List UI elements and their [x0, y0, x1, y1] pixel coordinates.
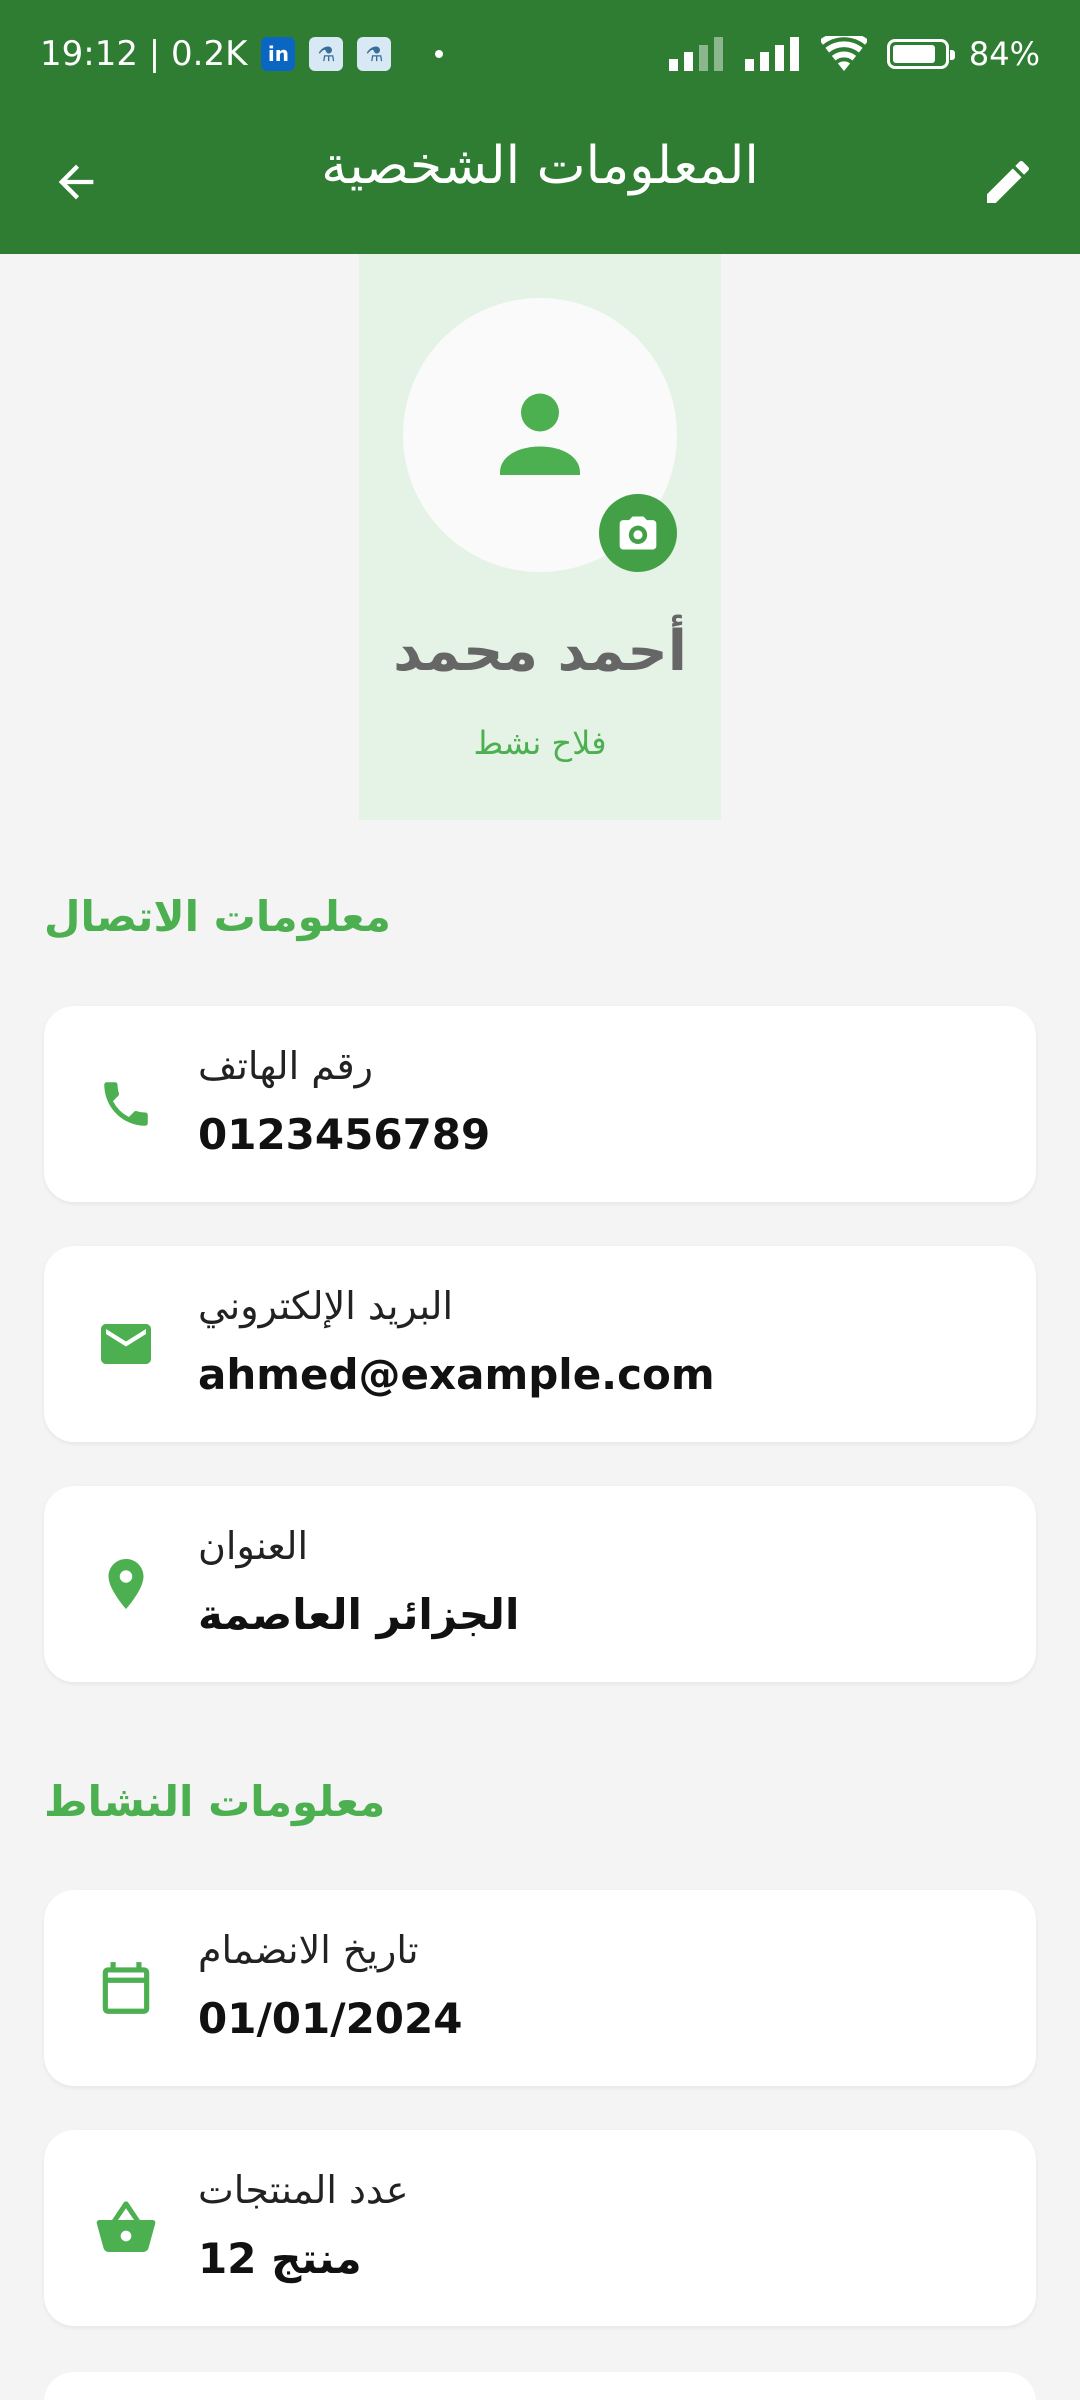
activity-section-title: معلومات النشاط: [44, 1777, 386, 1826]
status-left: 19:12 | 0.2K in ⚗ ⚗: [40, 30, 444, 78]
lab-notification-icon: ⚗: [309, 37, 344, 71]
card-value: 12 منتج: [198, 2234, 362, 2283]
card-label: تاريخ الانضمام: [198, 1928, 419, 1972]
card-value: 01/01/2024: [198, 1994, 463, 2043]
phone-icon: [86, 1064, 166, 1144]
calendar-icon: [86, 1948, 166, 2028]
card-label: رقم الهاتف: [198, 1044, 374, 1088]
more-notifications-dot: [435, 50, 444, 58]
profile-header: أحمد محمد فلاح نشط: [359, 254, 721, 820]
linkedin-notification-icon: in: [261, 37, 296, 71]
address-card[interactable]: العنوان الجزائر العاصمة: [44, 1486, 1036, 1682]
app-bar: المعلومات الشخصية: [0, 108, 1080, 254]
person-icon: [500, 393, 580, 475]
card-label: البريد الإلكتروني: [198, 1284, 453, 1328]
phone-card[interactable]: رقم الهاتف 0123456789: [44, 1006, 1036, 1202]
page-title: المعلومات الشخصية: [321, 136, 759, 196]
basket-icon: [86, 2188, 166, 2268]
card-label: العنوان: [198, 1524, 309, 1568]
next-card-partial[interactable]: [44, 2372, 1036, 2400]
card-label: عدد المنتجات: [198, 2168, 409, 2212]
email-card[interactable]: البريد الإلكتروني ahmed@example.com: [44, 1246, 1036, 1442]
status-time: 19:12 | 0.2K: [40, 34, 248, 74]
profile-name: أحمد محمد: [393, 619, 687, 684]
profile-role: فلاح نشط: [473, 724, 607, 762]
edit-pencil-icon: [987, 160, 1030, 203]
products-count-card[interactable]: عدد المنتجات 12 منتج: [44, 2130, 1036, 2326]
card-value: 0123456789: [198, 1110, 491, 1159]
battery-percent: 84%: [968, 35, 1040, 73]
signal-icon-2: [744, 37, 799, 71]
join-date-card[interactable]: تاريخ الانضمام 01/01/2024: [44, 1890, 1036, 2086]
email-icon: [86, 1304, 166, 1384]
camera-icon: [619, 516, 657, 550]
card-value: الجزائر العاصمة: [198, 1590, 520, 1639]
battery-level: [892, 45, 935, 63]
edit-button[interactable]: [976, 150, 1040, 214]
battery-icon: [886, 39, 955, 69]
lab-notification-icon-2: ⚗: [357, 37, 392, 71]
status-right: 84%: [668, 30, 1040, 78]
location-icon: [86, 1544, 166, 1624]
card-value: ahmed@example.com: [198, 1350, 715, 1399]
contact-section-title: معلومات الاتصال: [44, 892, 391, 941]
change-photo-button[interactable]: [599, 494, 677, 572]
wifi-icon: [820, 36, 867, 72]
signal-icon: [668, 37, 723, 71]
status-bar: 19:12 | 0.2K in ⚗ ⚗ 84%: [0, 0, 1080, 108]
